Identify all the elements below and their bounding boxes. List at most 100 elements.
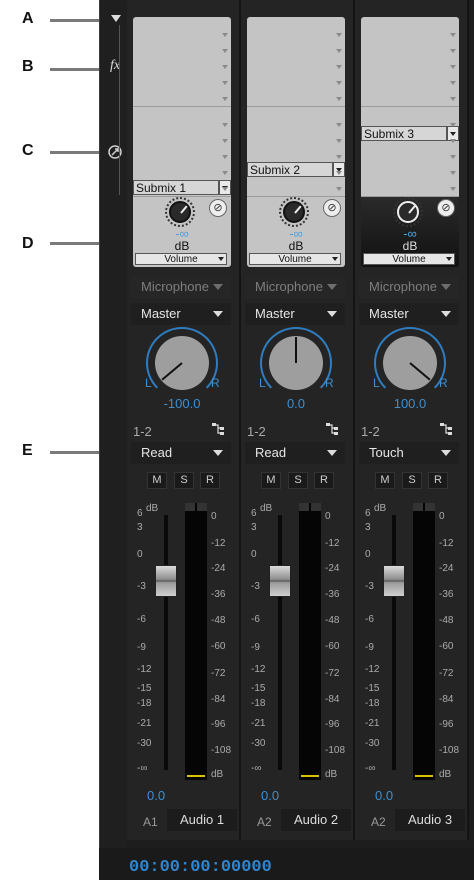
slot-arrow-icon[interactable] bbox=[450, 33, 456, 37]
effects-rack[interactable] bbox=[361, 17, 459, 107]
mute-button[interactable]: M bbox=[147, 472, 167, 489]
output-select[interactable]: Master bbox=[359, 303, 459, 325]
slot-arrow-icon[interactable] bbox=[336, 171, 342, 175]
send-volume-knob[interactable] bbox=[169, 201, 191, 223]
slot-arrow-icon[interactable] bbox=[450, 49, 456, 53]
routing-icon[interactable] bbox=[211, 422, 225, 436]
pan-indicator bbox=[161, 362, 183, 381]
pan-value[interactable]: 100.0 bbox=[355, 396, 465, 411]
timecode-display[interactable]: 00:00:00:00000 bbox=[129, 858, 272, 877]
pan-knob[interactable] bbox=[383, 336, 437, 390]
effects-rack[interactable] bbox=[247, 17, 345, 107]
meter-scale-label: -72 bbox=[325, 668, 340, 679]
output-label: Master bbox=[369, 306, 409, 321]
slot-arrow-icon[interactable] bbox=[450, 65, 456, 69]
automation-mode-select[interactable]: Read bbox=[131, 442, 231, 464]
automation-mode-select[interactable]: Read bbox=[245, 442, 345, 464]
input-select[interactable]: Microphone bbox=[359, 276, 459, 298]
slot-arrow-icon[interactable] bbox=[450, 139, 456, 143]
slot-arrow-icon[interactable] bbox=[336, 49, 342, 53]
solo-button[interactable]: S bbox=[288, 472, 308, 489]
slot-arrow-icon[interactable] bbox=[222, 187, 228, 191]
fader-scale-label: -9 bbox=[137, 642, 146, 653]
track-name[interactable]: Audio 1 bbox=[167, 809, 237, 831]
submix-select[interactable]: Submix 1 bbox=[133, 180, 219, 195]
mute-button[interactable]: M bbox=[375, 472, 395, 489]
slot-arrow-icon[interactable] bbox=[336, 33, 342, 37]
volume-fader[interactable] bbox=[383, 565, 405, 597]
send-parameter-select[interactable]: Volume bbox=[135, 253, 227, 265]
slot-arrow-icon[interactable] bbox=[222, 155, 228, 159]
peak-indicator-left bbox=[185, 503, 195, 511]
send-icon[interactable]: ⊘ bbox=[437, 199, 455, 217]
mute-button[interactable]: M bbox=[261, 472, 281, 489]
slot-arrow-icon[interactable] bbox=[336, 187, 342, 191]
pan-right-label: R bbox=[439, 376, 448, 390]
slot-arrow-icon[interactable] bbox=[336, 155, 342, 159]
fader-scale-label: -30 bbox=[365, 738, 380, 749]
output-select[interactable]: Master bbox=[245, 303, 345, 325]
track-name[interactable]: Audio 2 bbox=[281, 809, 351, 831]
slot-arrow-icon[interactable] bbox=[222, 123, 228, 127]
slot-arrow-icon[interactable] bbox=[450, 97, 456, 101]
routing-icon[interactable] bbox=[325, 422, 339, 436]
pan-knob[interactable] bbox=[269, 336, 323, 390]
fader-value[interactable]: 0.0 bbox=[261, 788, 279, 803]
pan-value[interactable]: -100.0 bbox=[127, 396, 237, 411]
slot-arrow-icon[interactable] bbox=[336, 65, 342, 69]
slot-arrow-icon[interactable] bbox=[450, 123, 456, 127]
slot-arrow-icon[interactable] bbox=[450, 81, 456, 85]
slot-arrow-icon[interactable] bbox=[336, 123, 342, 127]
record-enable-button[interactable]: R bbox=[314, 472, 334, 489]
meter-scale-label: -84 bbox=[325, 694, 340, 705]
submix-select[interactable]: Submix 2 bbox=[247, 162, 333, 177]
slot-arrow-icon[interactable] bbox=[450, 187, 456, 191]
triangle-down-icon[interactable] bbox=[111, 15, 121, 22]
solo-button[interactable]: S bbox=[174, 472, 194, 489]
solo-button[interactable]: S bbox=[402, 472, 422, 489]
record-enable-button[interactable]: R bbox=[200, 472, 220, 489]
sends-rack[interactable] bbox=[361, 107, 459, 197]
submix-select[interactable]: Submix 3 bbox=[361, 126, 447, 141]
pan-value[interactable]: 0.0 bbox=[241, 396, 351, 411]
volume-fader[interactable] bbox=[269, 565, 291, 597]
slot-arrow-icon[interactable] bbox=[222, 81, 228, 85]
slot-arrow-icon[interactable] bbox=[222, 97, 228, 101]
fader-scale-label: -15 bbox=[251, 683, 266, 694]
slot-arrow-icon[interactable] bbox=[222, 171, 228, 175]
volume-fader[interactable] bbox=[155, 565, 177, 597]
send-icon[interactable]: ⊘ bbox=[209, 199, 227, 217]
send-volume-knob[interactable] bbox=[397, 201, 419, 223]
chevron-down-icon bbox=[441, 450, 451, 456]
input-select[interactable]: Microphone bbox=[245, 276, 345, 298]
slot-arrow-icon[interactable] bbox=[222, 33, 228, 37]
output-select[interactable]: Master bbox=[131, 303, 231, 325]
track-name[interactable]: Audio 3 bbox=[395, 809, 465, 831]
send-volume-knob[interactable] bbox=[283, 201, 305, 223]
effects-rack[interactable] bbox=[133, 17, 231, 107]
meter-scale-label: -96 bbox=[439, 719, 454, 730]
fader-scale-label: -21 bbox=[137, 718, 152, 729]
slot-arrow-icon[interactable] bbox=[450, 155, 456, 159]
send-parameter-select[interactable]: Volume bbox=[363, 253, 455, 265]
slot-arrow-icon[interactable] bbox=[222, 139, 228, 143]
automation-mode-select[interactable]: Touch bbox=[359, 442, 459, 464]
record-enable-button[interactable]: R bbox=[428, 472, 448, 489]
routing-icon[interactable] bbox=[439, 422, 453, 436]
slot-arrow-icon[interactable] bbox=[222, 65, 228, 69]
fader-value[interactable]: 0.0 bbox=[147, 788, 165, 803]
send-parameter-select[interactable]: Volume bbox=[249, 253, 341, 265]
fader-value[interactable]: 0.0 bbox=[375, 788, 393, 803]
slot-arrow-icon[interactable] bbox=[336, 139, 342, 143]
output-label: Master bbox=[255, 306, 295, 321]
meter-scale-label: -48 bbox=[325, 615, 340, 626]
slot-arrow-icon[interactable] bbox=[336, 81, 342, 85]
sends-rack[interactable] bbox=[247, 107, 345, 197]
send-icon[interactable]: ⊘ bbox=[323, 199, 341, 217]
pan-knob[interactable] bbox=[155, 336, 209, 390]
fader-track bbox=[278, 515, 282, 770]
slot-arrow-icon[interactable] bbox=[336, 97, 342, 101]
slot-arrow-icon[interactable] bbox=[450, 171, 456, 175]
input-select[interactable]: Microphone bbox=[131, 276, 231, 298]
slot-arrow-icon[interactable] bbox=[222, 49, 228, 53]
